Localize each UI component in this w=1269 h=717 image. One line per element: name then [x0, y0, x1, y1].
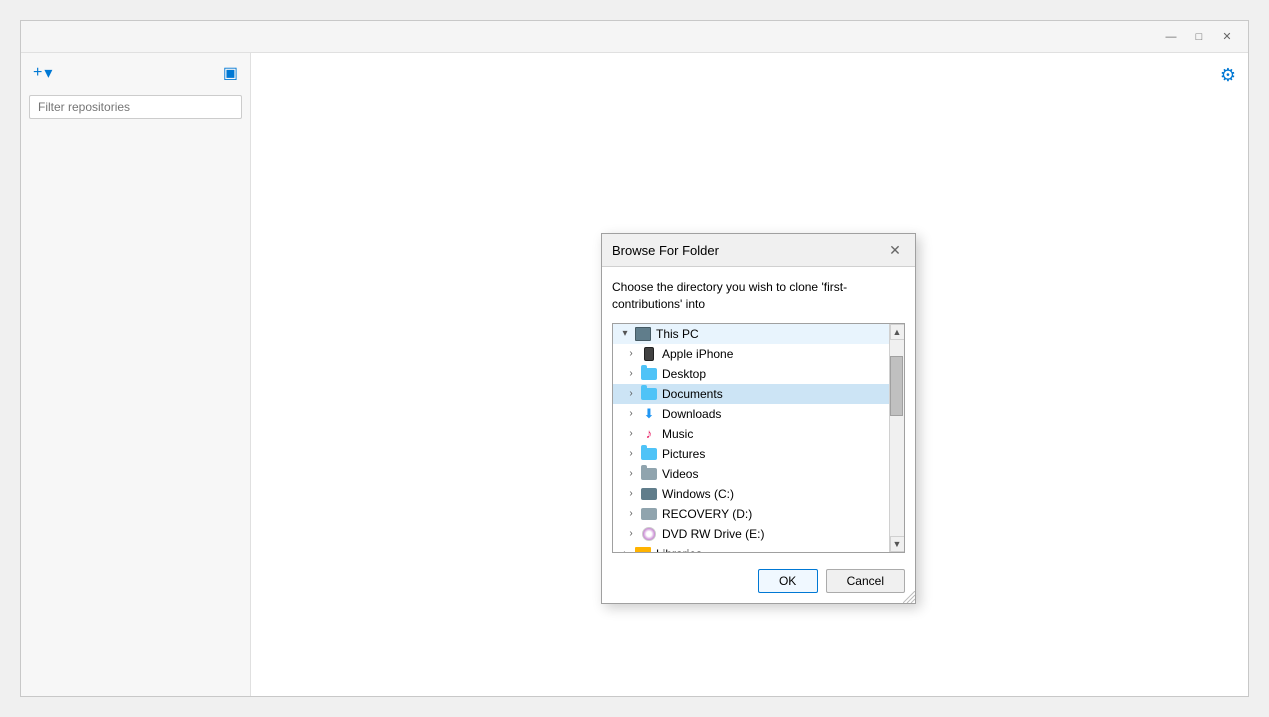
ok-button[interactable]: OK — [758, 569, 818, 593]
chevron-right-icon: › — [623, 428, 639, 439]
drive-icon — [639, 508, 659, 520]
tree-item-label: Apple iPhone — [662, 347, 733, 361]
scroll-down-button[interactable]: ▼ — [890, 536, 905, 552]
browse-for-folder-dialog: Browse For Folder ✕ Choose the directory… — [601, 233, 916, 604]
tree-item-label: RECOVERY (D:) — [662, 507, 752, 521]
folder-icon — [639, 368, 659, 380]
close-button[interactable]: ✕ — [1214, 26, 1240, 48]
scrollbar: ▲ ▼ — [889, 324, 904, 552]
settings-button[interactable]: ⚙ — [1220, 65, 1236, 86]
tree-item-label: DVD RW Drive (E:) — [662, 527, 764, 541]
folder-tree: ▾ This PC › — [613, 324, 889, 552]
chevron-down-icon: ▾ — [617, 328, 633, 339]
tree-item-downloads[interactable]: › ⬇ Downloads — [613, 404, 889, 424]
tree-item-desktop[interactable]: › Desktop — [613, 364, 889, 384]
tree-item-label: Downloads — [662, 407, 721, 421]
sidebar-toolbar: + ▾ ▣ — [29, 61, 242, 85]
tree-item-videos[interactable]: › Videos — [613, 464, 889, 484]
dvd-icon — [639, 527, 659, 541]
folder-icon — [639, 468, 659, 480]
tree-item-label: Pictures — [662, 447, 705, 461]
dialog-titlebar: Browse For Folder ✕ — [602, 234, 915, 267]
chevron-right-icon: › — [623, 388, 639, 399]
chevron-right-icon: › — [623, 488, 639, 499]
folder-tree-container: ▾ This PC › — [612, 323, 905, 553]
folder-icon — [639, 448, 659, 460]
tree-item-label: Videos — [662, 467, 698, 481]
cancel-button[interactable]: Cancel — [826, 569, 905, 593]
tree-item-music[interactable]: › ♪ Music — [613, 424, 889, 444]
dialog-description: Choose the directory you wish to clone '… — [612, 279, 905, 313]
tree-item-recovery-d[interactable]: › RECOVERY (D:) — [613, 504, 889, 524]
app-window: — □ ✕ + ▾ ▣ g a repository. ⚙ — [20, 20, 1249, 697]
chevron-right-icon: › — [623, 448, 639, 459]
add-dropdown-icon: ▾ — [44, 63, 52, 83]
tree-item-this-pc[interactable]: ▾ This PC — [613, 324, 889, 344]
dialog-footer: OK Cancel — [602, 561, 915, 603]
tree-item-label: Music — [662, 427, 693, 441]
dialog-title: Browse For Folder — [612, 243, 719, 258]
chevron-right-icon: › — [617, 548, 633, 552]
drive-icon — [639, 488, 659, 500]
chevron-right-icon: › — [623, 508, 639, 519]
tree-item-label: Documents — [662, 387, 723, 401]
filter-repositories-input[interactable] — [29, 95, 242, 119]
sidebar: + ▾ ▣ — [21, 53, 251, 696]
chevron-right-icon: › — [623, 368, 639, 379]
tree-item-documents[interactable]: › Documents — [613, 384, 889, 404]
tree-item-label: Windows (C:) — [662, 487, 734, 501]
add-repository-button[interactable]: + ▾ — [29, 61, 56, 85]
title-bar-controls: — □ ✕ — [1158, 26, 1240, 48]
tree-item-apple-iphone[interactable]: › Apple iPhone — [613, 344, 889, 364]
music-icon: ♪ — [639, 426, 659, 441]
tree-item-libraries[interactable]: › Libraries — [613, 544, 889, 552]
phone-icon — [639, 347, 659, 361]
dialog-body: Choose the directory you wish to clone '… — [602, 267, 915, 561]
resize-grip[interactable] — [903, 591, 915, 603]
tree-item-windows-c[interactable]: › Windows (C:) — [613, 484, 889, 504]
scroll-up-button[interactable]: ▲ — [890, 324, 905, 340]
chevron-right-icon: › — [623, 348, 639, 359]
maximize-button[interactable]: □ — [1186, 26, 1212, 48]
dialog-close-button[interactable]: ✕ — [885, 240, 905, 260]
scrollbar-thumb[interactable] — [890, 356, 903, 416]
tree-item-pictures[interactable]: › Pictures — [613, 444, 889, 464]
chevron-right-icon: › — [623, 468, 639, 479]
chevron-right-icon: › — [623, 408, 639, 419]
pc-icon — [633, 327, 653, 341]
download-icon: ⬇ — [639, 406, 659, 422]
tree-item-label: Libraries — [656, 547, 702, 552]
minimize-button[interactable]: — — [1158, 26, 1184, 48]
main-content: g a repository. ⚙ Browse For Folder ✕ Ch… — [251, 53, 1248, 696]
libraries-icon — [633, 547, 653, 552]
tree-item-label: Desktop — [662, 367, 706, 381]
tree-item-label: This PC — [656, 327, 699, 341]
tree-item-dvd-e[interactable]: › DVD RW Drive (E:) — [613, 524, 889, 544]
chevron-right-icon: › — [623, 528, 639, 539]
add-icon: + — [33, 64, 42, 82]
folder-icon — [639, 388, 659, 400]
title-bar: — □ ✕ — [21, 21, 1248, 53]
toggle-sidebar-button[interactable]: ▣ — [219, 61, 242, 85]
app-body: + ▾ ▣ g a repository. ⚙ Browse For Folde… — [21, 53, 1248, 696]
